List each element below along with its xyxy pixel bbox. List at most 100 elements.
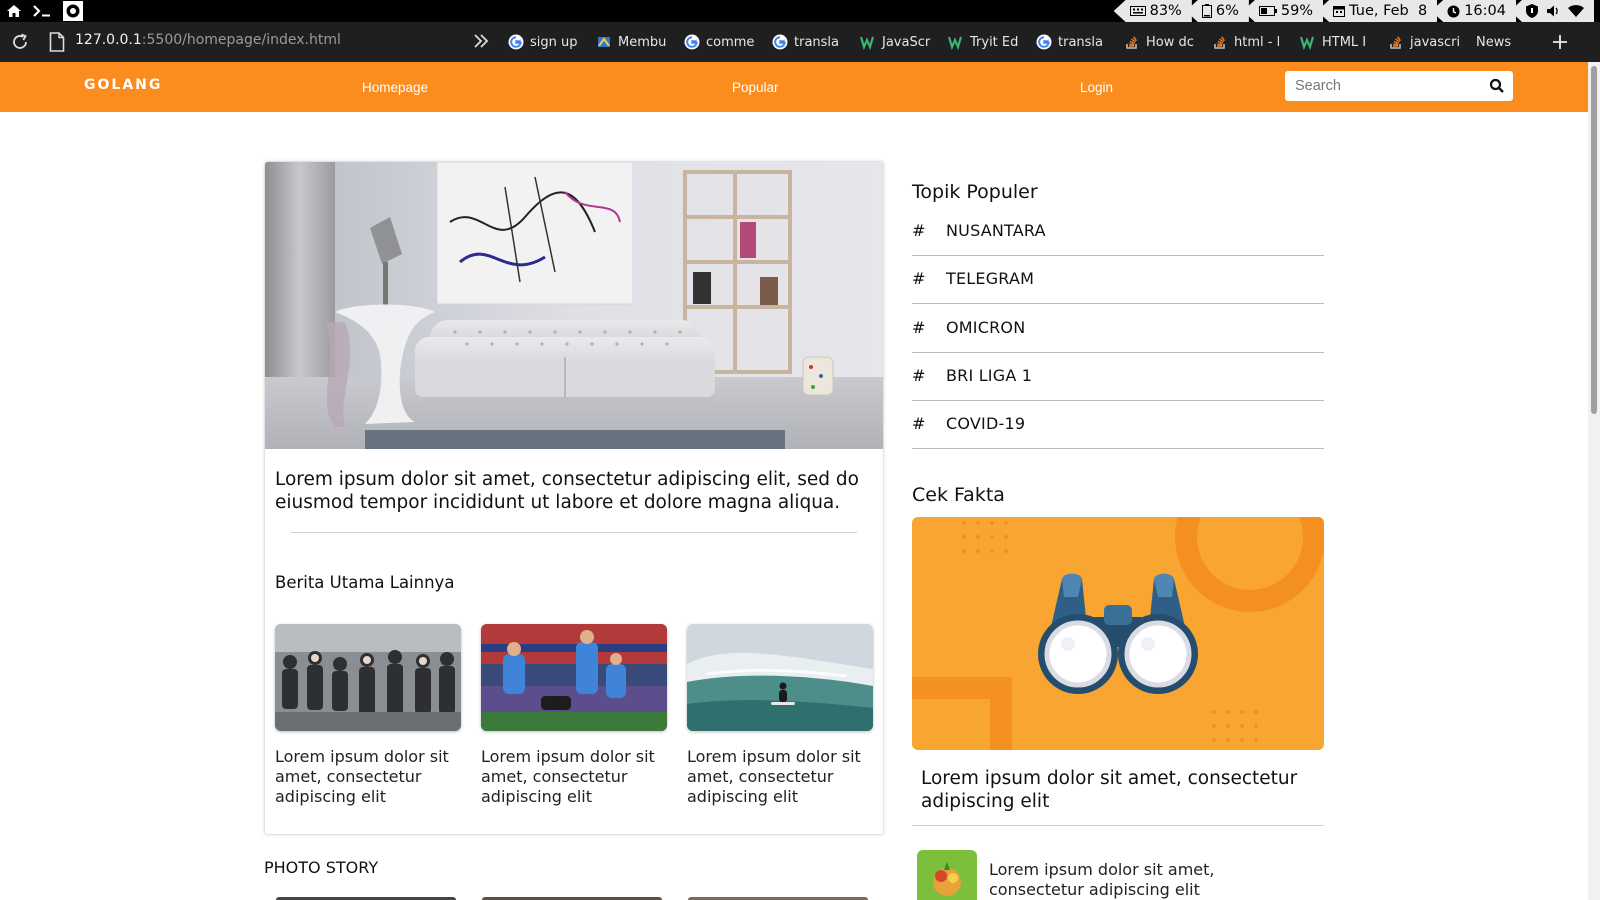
topic-label[interactable]: NUSANTARA [946,221,1046,240]
browser-toolbar: 127.0.0.1:5500/homepage/index.html sign … [0,22,1600,62]
keyboard-icon [1129,6,1146,16]
topic-item-nusantara[interactable]: # NUSANTARA [912,208,1324,256]
bookmark-item[interactable]: javascri [1388,22,1476,62]
bookmark-label: Membu [618,34,667,50]
bookmark-item[interactable]: transla [1036,22,1124,62]
stackoverflow-icon [1212,34,1228,50]
google-icon [684,34,700,50]
site-brand-logo[interactable]: GOLANG [84,77,162,93]
bookmark-item[interactable]: sign up [508,22,596,62]
bookmark-item[interactable]: Membu [596,22,684,62]
battery-level: 6% [1215,3,1239,19]
google-icon [508,34,524,50]
page-icon[interactable] [49,32,65,52]
bookmark-item[interactable]: comme [684,22,772,62]
bookmark-item[interactable]: How dc [1124,22,1212,62]
google-icon [1036,34,1052,50]
volume-icon[interactable] [1546,4,1560,18]
living-room-photo [265,162,883,449]
section-title-berita-utama: Berita Utama Lainnya [275,573,455,592]
bookmark-label: html - l [1234,34,1281,50]
hashtag-symbol: # [912,366,926,385]
topic-label[interactable]: OMICRON [946,318,1025,337]
crowd-photo[interactable] [275,624,461,731]
fact-check-image[interactable] [912,517,1324,750]
google-icon [772,34,788,50]
article-card[interactable]: Lorem ipsum dolor sit amet, consectetur … [687,624,873,807]
bookmark-label: JavaScr [882,34,931,50]
address-bar[interactable]: 127.0.0.1:5500/homepage/index.html [75,32,341,48]
terminal-icon[interactable] [32,0,52,22]
app-launcher-icon[interactable] [62,0,84,22]
topic-label[interactable]: TELEGRAM [946,269,1034,288]
article-caption[interactable]: Lorem ipsum dolor sit amet, consectetur … [275,747,461,807]
tray-indicators[interactable] [1510,0,1594,22]
hero-headline[interactable]: Lorem ipsum dolor sit amet, consectetur … [275,468,885,514]
search-input[interactable] [1295,76,1475,96]
hashtag-symbol: # [912,221,926,240]
article-caption[interactable]: Lorem ipsum dolor sit amet, consectetur … [687,747,873,807]
hashtag-symbol: # [912,318,926,337]
nav-link-login[interactable]: Login [1080,80,1113,95]
scrollbar-thumb[interactable] [1591,66,1597,414]
bookmark-label: sign up [530,34,578,50]
topic-label[interactable]: BRI LIGA 1 [946,366,1032,385]
topic-label[interactable]: COVID-19 [946,414,1025,433]
bookmark-item[interactable]: transla [772,22,860,62]
bookmark-item[interactable]: News [1476,22,1536,62]
new-tab-plus-icon[interactable] [1550,32,1570,52]
w3schools-icon [1300,34,1316,50]
binoculars-illustration [912,517,1324,750]
battery-vertical-icon [1201,4,1212,18]
topic-item-bri-liga-1[interactable]: # BRI LIGA 1 [912,353,1324,401]
topic-item-omicron[interactable]: # OMICRON [912,305,1324,353]
nav-link-popular[interactable]: Popular [732,80,779,95]
fact-check-title: Cek Fakta [912,484,1005,506]
clock-icon [1447,5,1460,17]
hero-image[interactable] [265,162,883,449]
stackoverflow-icon [1388,34,1404,50]
double-chevron-icon[interactable] [470,30,492,52]
time-text: 16:04 [1464,3,1506,19]
search-box [1285,71,1513,101]
surfing-photo[interactable] [687,624,873,731]
keyboard-battery-indicator: 83% [1113,0,1192,22]
bookmark-label: News [1476,34,1512,50]
hashtag-symbol: # [912,269,926,288]
bookmark-item[interactable]: HTML I [1300,22,1388,62]
url-path: :5500/homepage/index.html [141,32,341,48]
fact-item-thumbnail[interactable] [917,850,977,900]
bookmark-item[interactable]: JavaScr [860,22,948,62]
wifi-icon[interactable] [1568,5,1584,17]
second-battery-level: 59% [1280,3,1314,19]
clock-indicator[interactable]: 16:04 [1431,0,1516,22]
fact-check-headline[interactable]: Lorem ipsum dolor sit amet, consectetur … [921,767,1321,813]
page-scrollbar[interactable] [1588,62,1600,900]
keyboard-battery-level: 83% [1149,3,1182,19]
bookmark-item[interactable]: html - l [1212,22,1300,62]
w3schools-icon [948,34,964,50]
topic-item-telegram[interactable]: # TELEGRAM [912,256,1324,304]
nav-link-homepage[interactable]: Homepage [362,80,428,95]
football-photo[interactable] [481,624,667,731]
search-icon[interactable] [1489,78,1505,94]
reload-icon[interactable] [10,32,30,52]
stackoverflow-icon [1124,34,1140,50]
popular-topics-title: Topik Populer [912,181,1038,203]
article-caption[interactable]: Lorem ipsum dolor sit amet, consectetur … [481,747,667,807]
bookmark-label: HTML I [1322,34,1367,50]
second-battery-indicator: 59% [1242,0,1324,22]
hero-headline-line-2: eiusmod tempor incididunt ut labore et d… [275,492,841,513]
home-icon[interactable] [6,0,22,22]
article-card[interactable]: Lorem ipsum dolor sit amet, consectetur … [275,624,461,807]
article-card[interactable]: Lorem ipsum dolor sit amet, consectetur … [481,624,667,807]
shield-icon[interactable] [1526,4,1538,18]
fact-item-caption[interactable]: Lorem ipsum dolor sit amet, consectetur … [989,860,1289,900]
bookmark-item[interactable]: Tryit Ed [948,22,1036,62]
date-indicator[interactable]: Tue, Feb 8 [1317,0,1438,22]
bookmark-label: comme [706,34,755,50]
system-bar: 83% 6% 59% Tue, Feb 8 16:04 [0,0,1600,22]
topic-item-covid-19[interactable]: # COVID-19 [912,401,1324,449]
hashtag-symbol: # [912,414,926,433]
bookmark-label: transla [794,34,839,50]
